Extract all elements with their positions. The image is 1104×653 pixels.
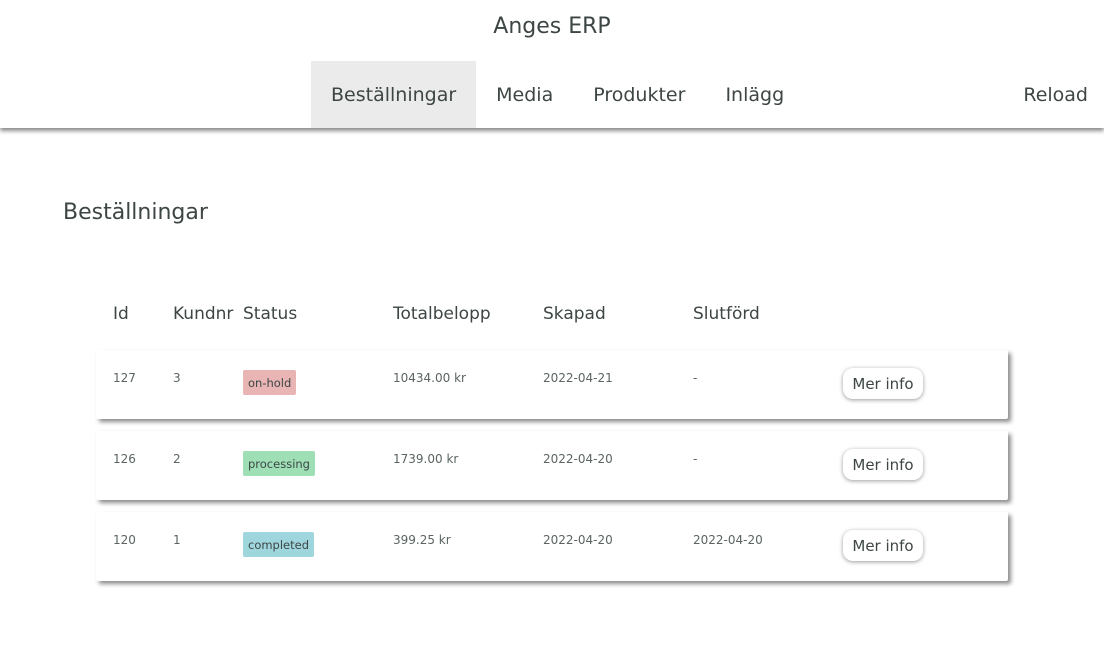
more-info-button[interactable]: Mer info [843,530,923,561]
order-total: 10434.00 kr [393,371,466,385]
more-info-button[interactable]: Mer info [843,449,923,480]
more-info-button[interactable]: Mer info [843,368,923,399]
order-id: 120 [113,533,136,547]
column-header-customer: Kundnr [173,304,234,324]
column-header-id: Id [113,304,129,324]
order-id: 126 [113,452,136,466]
customer-number: 2 [173,452,181,466]
order-id: 127 [113,371,136,385]
table-row: 126 2 processing 1739.00 kr 2022-04-20 -… [96,431,1008,500]
created-date: 2022-04-21 [543,371,613,385]
created-date: 2022-04-20 [543,452,613,466]
reload-button[interactable]: Reload [1023,61,1088,128]
column-header-created: Skapad [543,304,606,324]
created-date: 2022-04-20 [543,533,613,547]
completed-date: 2022-04-20 [693,533,763,547]
nav-item-products[interactable]: Produkter [573,61,705,128]
main-nav: Beställningar Media Produkter Inlägg [311,61,804,128]
completed-date: - [693,452,698,466]
completed-date: - [693,371,698,385]
table-header: Id Kundnr Status Totalbelopp Skapad Slut… [96,304,1008,330]
nav-item-media[interactable]: Media [476,61,573,128]
order-total: 1739.00 kr [393,452,459,466]
top-header: Anges ERP Beställningar Media Produkter … [0,0,1104,128]
status-badge: on-hold [243,370,297,395]
customer-number: 3 [173,371,181,385]
customer-number: 1 [173,533,181,547]
order-total: 399.25 kr [393,533,451,547]
column-header-total: Totalbelopp [393,304,491,324]
nav-item-orders[interactable]: Beställningar [311,61,477,128]
table-row: 127 3 on-hold 10434.00 kr 2022-04-21 - M… [96,350,1008,419]
status-badge: completed [243,532,315,557]
column-header-completed: Slutförd [693,304,760,324]
column-header-status: Status [243,304,298,324]
status-badge: processing [243,451,315,476]
table-row: 120 1 completed 399.25 kr 2022-04-20 202… [96,512,1008,581]
app-title: Anges ERP [493,14,611,39]
nav-item-posts[interactable]: Inlägg [705,61,804,128]
page-title: Beställningar [63,200,208,225]
